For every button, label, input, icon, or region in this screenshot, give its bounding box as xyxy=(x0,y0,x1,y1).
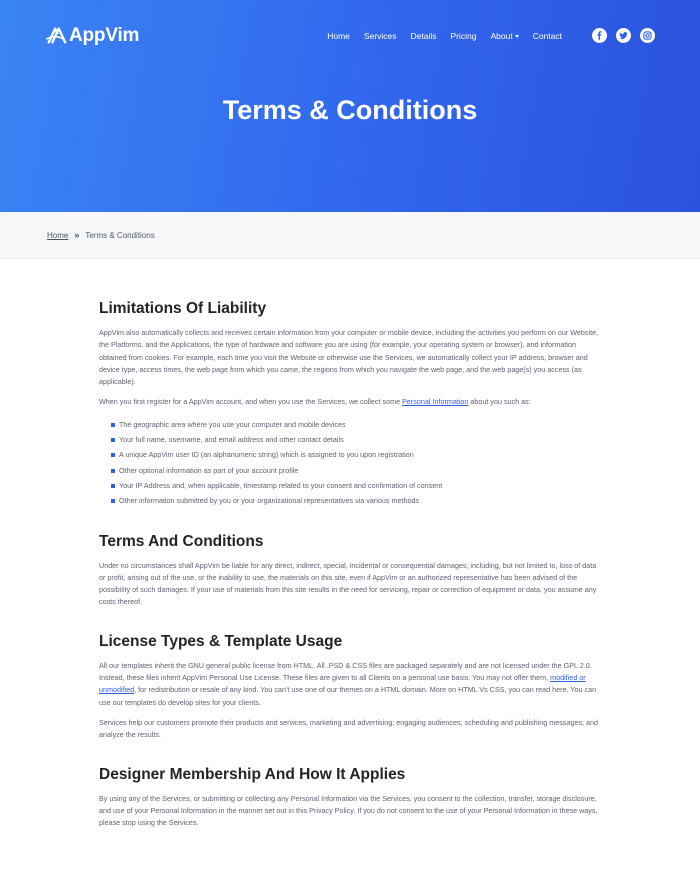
brand-name: AppVim xyxy=(69,25,140,46)
facebook-button[interactable] xyxy=(592,28,607,43)
instagram-icon xyxy=(643,31,652,40)
paragraph-text: All our templates inherit the GNU genera… xyxy=(99,660,592,683)
nav-contact[interactable]: Contact xyxy=(533,31,562,41)
section-limitations: Limitations Of Liability AppVim also aut… xyxy=(99,300,604,509)
list-item: The geographic area where you use your c… xyxy=(111,417,604,432)
main-nav: Home Services Details Pricing About Cont… xyxy=(313,31,562,41)
section-license: License Types & Template Usage All our t… xyxy=(99,633,604,742)
terms-content: Limitations Of Liability AppVim also aut… xyxy=(99,300,604,853)
section-paragraph: Services help our customers promote thei… xyxy=(99,717,599,740)
section-paragraph: When you first register for a AppVim acc… xyxy=(99,396,604,408)
section-heading: Designer Membership And How It Applies xyxy=(99,765,406,783)
list-item: Your IP Address and, when applicable, ti… xyxy=(111,478,604,493)
page-title: Terms & Conditions xyxy=(222,95,478,125)
information-list: The geographic area where you use your c… xyxy=(99,417,604,509)
section-paragraph: Under no circumstances shall AppVim be l… xyxy=(99,560,597,607)
section-designer-membership: Designer Membership And How It Applies B… xyxy=(99,766,604,830)
section-heading: Terms And Conditions xyxy=(99,532,264,550)
paragraph-text: about you such as: xyxy=(468,397,531,407)
breadcrumb-home-link[interactable]: Home xyxy=(47,231,68,240)
chevron-down-icon xyxy=(514,34,519,38)
instagram-button[interactable] xyxy=(640,28,655,43)
brand-logo[interactable]: AppVim xyxy=(45,25,139,47)
breadcrumb: Home » Terms & Conditions xyxy=(0,212,700,259)
social-links xyxy=(583,28,655,43)
breadcrumb-separator-icon: » xyxy=(74,230,80,240)
section-paragraph: By using any of the Services, or submitt… xyxy=(99,793,598,828)
paragraph-text: When you first register for a AppVim acc… xyxy=(99,397,403,407)
nav-pricing[interactable]: Pricing xyxy=(451,31,477,41)
hero-banner: AppVim Home Services Details Pricing Abo… xyxy=(0,0,700,212)
nav-about[interactable]: About xyxy=(490,31,519,41)
list-item: A unique AppVim user ID (an alphanumeric… xyxy=(111,447,604,462)
list-item: Other information submitted by you or yo… xyxy=(111,493,604,508)
twitter-button[interactable] xyxy=(616,28,631,43)
appvim-logo-icon xyxy=(46,27,67,44)
nav-services[interactable]: Services xyxy=(364,31,397,41)
breadcrumb-current: Terms & Conditions xyxy=(85,230,155,240)
nav-home[interactable]: Home xyxy=(327,31,350,41)
nav-details[interactable]: Details xyxy=(411,31,437,41)
section-terms: Terms And Conditions Under no circumstan… xyxy=(99,533,604,609)
section-heading: License Types & Template Usage xyxy=(99,632,343,650)
list-item: Your full name, username, and email addr… xyxy=(111,432,604,447)
list-item: Other optional information as part of yo… xyxy=(111,463,604,478)
section-heading: Limitations Of Liability xyxy=(99,300,267,317)
personal-information-link[interactable]: Personal Information xyxy=(402,397,468,406)
facebook-icon xyxy=(597,31,602,40)
paragraph-text: , for redistribution or resale of any ki… xyxy=(99,685,597,707)
nav-about-label: About xyxy=(490,31,513,41)
section-paragraph: All our templates inherit the GNU genera… xyxy=(99,660,604,709)
twitter-icon xyxy=(619,32,628,40)
section-paragraph: AppVim also automatically collects and r… xyxy=(99,328,599,387)
